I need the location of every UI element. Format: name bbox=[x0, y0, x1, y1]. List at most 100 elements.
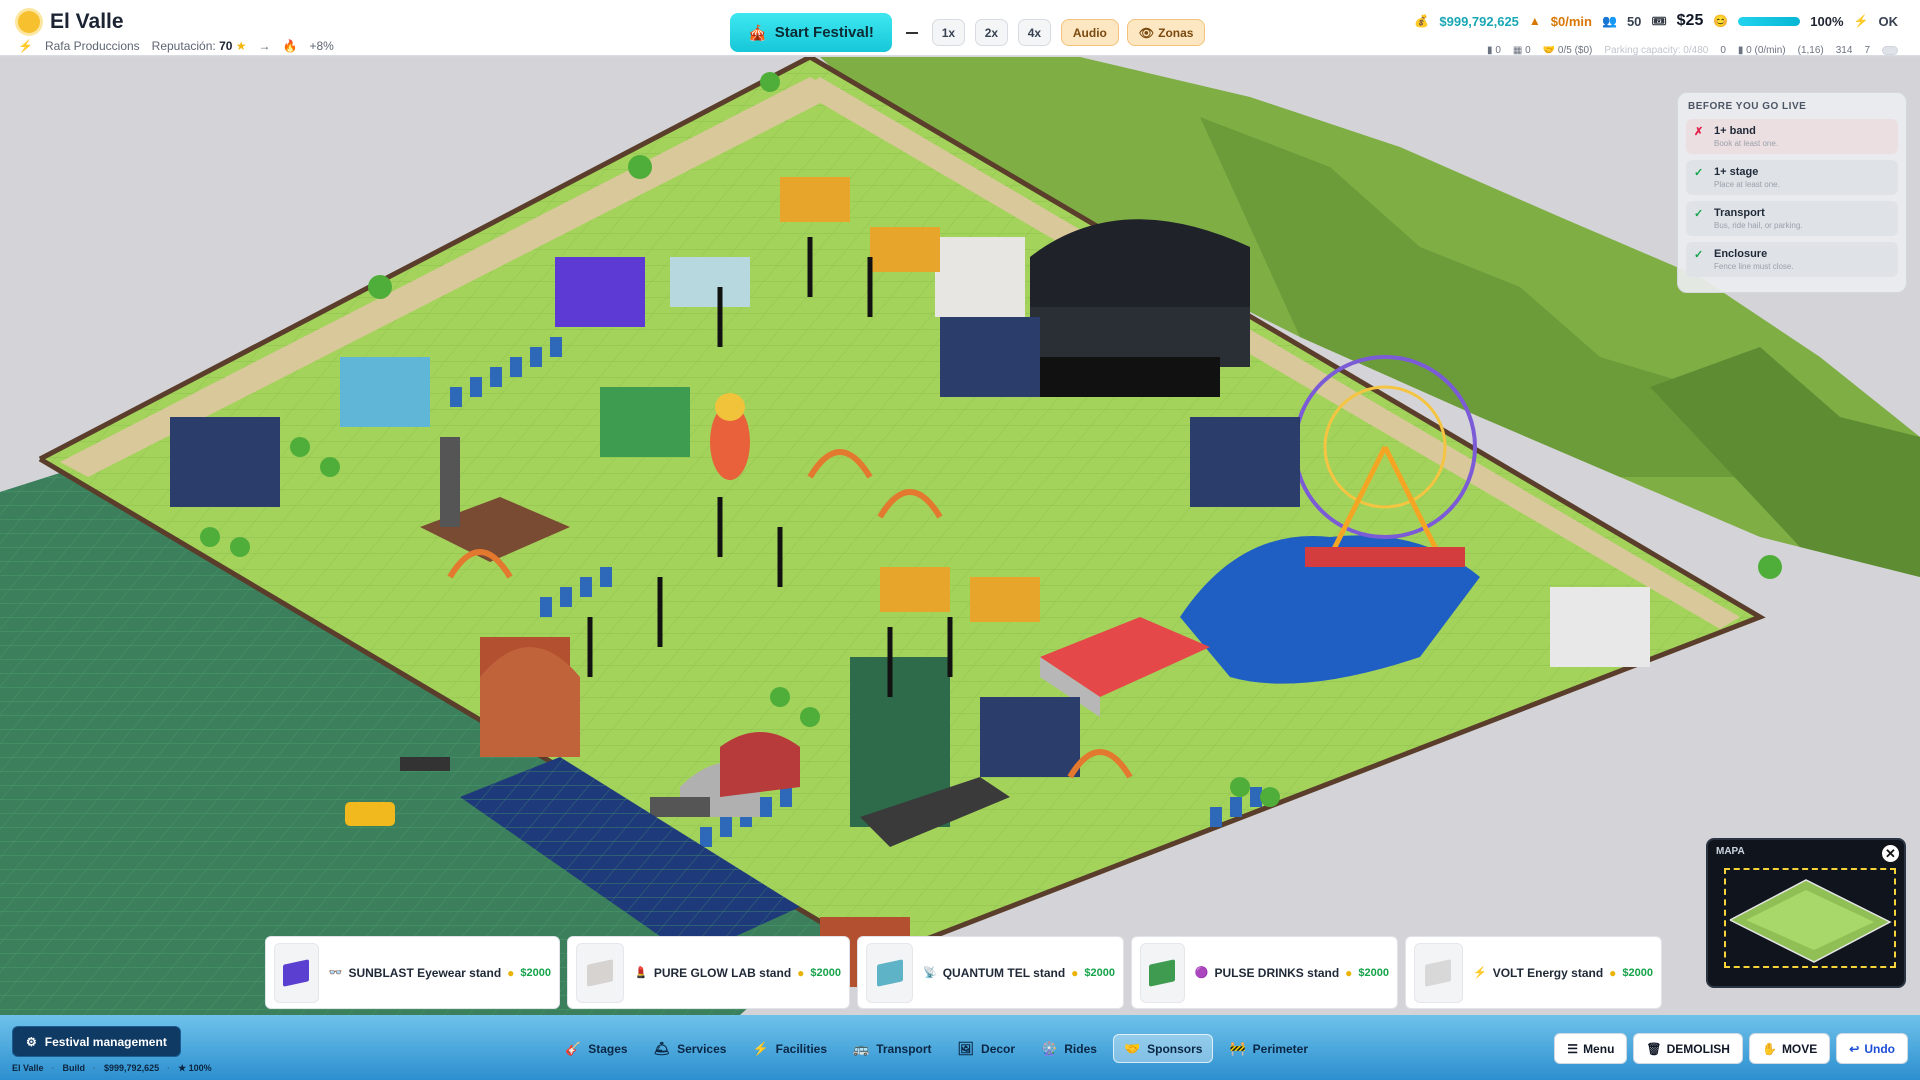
category-decor[interactable]: 🖼 Decor bbox=[948, 1034, 1026, 1063]
main-stage[interactable] bbox=[1030, 219, 1250, 397]
category-sponsors[interactable]: 🤝 Sponsors bbox=[1112, 1034, 1214, 1063]
status-separator: · bbox=[51, 1063, 55, 1073]
category-transport[interactable]: 🚌 Transport bbox=[843, 1034, 942, 1063]
status-separator: · bbox=[167, 1063, 171, 1073]
attendee-count: 50 bbox=[1626, 13, 1642, 29]
menu-label: Menu bbox=[1583, 1041, 1615, 1056]
sponsor-card[interactable]: 💄 PURE GLOW LAB stand ● $2000 bbox=[567, 936, 850, 1009]
checklist-item-name: 1+ stage bbox=[1714, 166, 1759, 178]
bolt-icon: ⚡ bbox=[752, 1040, 769, 1056]
minimap-close-button[interactable]: ✕ bbox=[1881, 844, 1900, 863]
demolish-button[interactable]: 🗑 DEMOLISH bbox=[1633, 1033, 1743, 1064]
checklist-item-name: Enclosure bbox=[1714, 248, 1768, 260]
reputation-trend: +8% bbox=[309, 39, 334, 53]
edit-actions: ☰ Menu 🗑 DEMOLISH ✋ MOVE ↩ Undo bbox=[1554, 1033, 1908, 1064]
debug-toggle[interactable] bbox=[1882, 46, 1898, 55]
sun-icon bbox=[18, 11, 40, 33]
barrier-icon: 🚧 bbox=[1229, 1040, 1246, 1056]
checklist-item-desc: Bus, ride hail, or parking. bbox=[1714, 221, 1803, 230]
zonas-button[interactable]: 👁 Zonas bbox=[1126, 19, 1206, 46]
festival-management-label: Festival management bbox=[44, 1034, 167, 1049]
sponsor-thumbnail bbox=[274, 942, 319, 1003]
checklist-item-stage[interactable]: ✓ 1+ stage Place at least one. bbox=[1686, 160, 1898, 195]
checklist-item-desc: Fence line must close. bbox=[1714, 262, 1794, 271]
isometric-map[interactable] bbox=[0, 57, 1920, 1015]
sponsor-slots: 🤝 0/5 ($0) bbox=[1542, 45, 1593, 56]
game-viewport[interactable] bbox=[0, 57, 1920, 1015]
gear-icon: ⚙ bbox=[26, 1034, 37, 1049]
sponsor-thumbnail bbox=[576, 942, 625, 1003]
substat-f: 7 bbox=[1864, 45, 1870, 56]
reputation-arrow: → bbox=[258, 39, 271, 53]
category-label: Sponsors bbox=[1147, 1041, 1203, 1056]
trash-icon: 🗑 bbox=[1646, 1041, 1662, 1056]
eye-icon: 👁 bbox=[1138, 25, 1155, 40]
checklist-item-desc: Place at least one. bbox=[1714, 180, 1780, 189]
income-rate: $0/min bbox=[1550, 13, 1592, 29]
sponsor-price: $2000 bbox=[520, 966, 551, 979]
flame-icon: 🔥 bbox=[282, 39, 298, 53]
sponsor-card[interactable]: 👓 SUNBLAST Eyewear stand ● $2000 bbox=[265, 936, 560, 1009]
picture-icon: 🖼 bbox=[957, 1040, 975, 1056]
category-rides[interactable]: 🎡 Rides bbox=[1031, 1034, 1107, 1063]
category-label: Decor bbox=[981, 1041, 1016, 1056]
sponsor-card[interactable]: ⚡ VOLT Energy stand ● $2000 bbox=[1405, 936, 1662, 1009]
bottom-toolbar: ⚙ Festival management El Valle · Build ·… bbox=[0, 1015, 1920, 1080]
category-perimeter[interactable]: 🚧 Perimeter bbox=[1219, 1034, 1318, 1063]
build-categories: 🎸 Stages 🛎 Services ⚡ Facilities 🚌 Transport… bbox=[555, 1034, 1318, 1063]
coin-icon: ● bbox=[797, 965, 805, 980]
stand-preview-icon bbox=[876, 958, 903, 987]
sponsor-thumbnail bbox=[1414, 942, 1463, 1003]
speed-2x-button[interactable]: 2x bbox=[974, 19, 1008, 46]
festival-brand: El Valle ⚡ Rafa Produccions Reputación: … bbox=[18, 10, 334, 53]
entrance-gate[interactable] bbox=[480, 647, 580, 757]
game-controls: 🎪 Start Festival! 1x 2x 4x Audio 👁 Zonas bbox=[730, 13, 1206, 52]
festival-management-button[interactable]: ⚙ Festival management bbox=[12, 1026, 181, 1057]
category-stages[interactable]: 🎸 Stages bbox=[555, 1034, 638, 1063]
smiley-icon: 😊 bbox=[1713, 14, 1729, 28]
reputation-value: 70 bbox=[219, 39, 233, 53]
status-place: El Valle bbox=[12, 1063, 44, 1073]
minimap[interactable]: MAPA ✕ bbox=[1706, 838, 1906, 988]
category-label: Facilities bbox=[775, 1041, 827, 1056]
sponsor-name: SUNBLAST Eyewear stand bbox=[348, 965, 502, 980]
move-label: MOVE bbox=[1781, 1041, 1818, 1056]
sponsor-name: QUANTUM TEL stand bbox=[942, 965, 1066, 980]
checklist-item-band[interactable]: ✗ 1+ band Book at least one. bbox=[1686, 119, 1898, 154]
sponsor-card[interactable]: 🟣 PULSE DRINKS stand ● $2000 bbox=[1131, 936, 1398, 1009]
check-icon: ✓ bbox=[1694, 167, 1704, 179]
star-icon: ★ bbox=[235, 39, 247, 53]
category-services[interactable]: 🛎 Services bbox=[644, 1034, 737, 1063]
eyewear-icon: 👓 bbox=[328, 967, 343, 979]
sponsor-card[interactable]: 📡 QUANTUM TEL stand ● $2000 bbox=[857, 936, 1124, 1009]
checklist-item-transport[interactable]: ✓ Transport Bus, ride hail, or parking. bbox=[1686, 201, 1898, 236]
substat-a: ▮ 0 bbox=[1487, 45, 1501, 56]
category-facilities[interactable]: ⚡ Facilities bbox=[742, 1034, 837, 1063]
sponsor-price: $2000 bbox=[1358, 966, 1389, 979]
checklist-item-name: 1+ band bbox=[1714, 125, 1756, 137]
coin-icon: ● bbox=[1071, 965, 1079, 980]
sponsor-name: PULSE DRINKS stand bbox=[1214, 965, 1340, 980]
lightning-icon: ⚡ bbox=[1472, 967, 1487, 979]
bolt-icon: ⚡ bbox=[18, 39, 33, 53]
hamburger-icon: ☰ bbox=[1567, 1041, 1579, 1056]
pause-indicator[interactable] bbox=[905, 31, 918, 34]
minimap-preview bbox=[1729, 879, 1892, 963]
checklist-item-enclosure[interactable]: ✓ Enclosure Fence line must close. bbox=[1686, 242, 1898, 277]
move-button[interactable]: ✋ MOVE bbox=[1748, 1033, 1831, 1064]
menu-button[interactable]: ☰ Menu bbox=[1554, 1033, 1628, 1064]
parking-capacity: Parking capacity: 0/480 bbox=[1604, 45, 1709, 56]
speed-1x-button[interactable]: 1x bbox=[931, 19, 965, 46]
status-line: El Valle · Build · $999,792,625 · ★ 100% bbox=[12, 1063, 212, 1074]
undo-button[interactable]: ↩ Undo bbox=[1836, 1033, 1908, 1064]
guitar-icon: 🎸 bbox=[565, 1040, 582, 1056]
antenna-icon: 📡 bbox=[923, 967, 937, 979]
substat-e: 314 bbox=[1835, 45, 1853, 56]
demolish-label: DEMOLISH bbox=[1666, 1041, 1730, 1056]
ticket-price[interactable]: $25 bbox=[1677, 12, 1704, 30]
speed-4x-button[interactable]: 4x bbox=[1017, 19, 1051, 46]
ferris-wheel-icon: 🎡 bbox=[1041, 1040, 1058, 1056]
minimap-viewport-frame[interactable] bbox=[1724, 868, 1896, 968]
start-festival-button[interactable]: 🎪 Start Festival! bbox=[730, 13, 892, 52]
audio-button[interactable]: Audio bbox=[1060, 19, 1119, 46]
